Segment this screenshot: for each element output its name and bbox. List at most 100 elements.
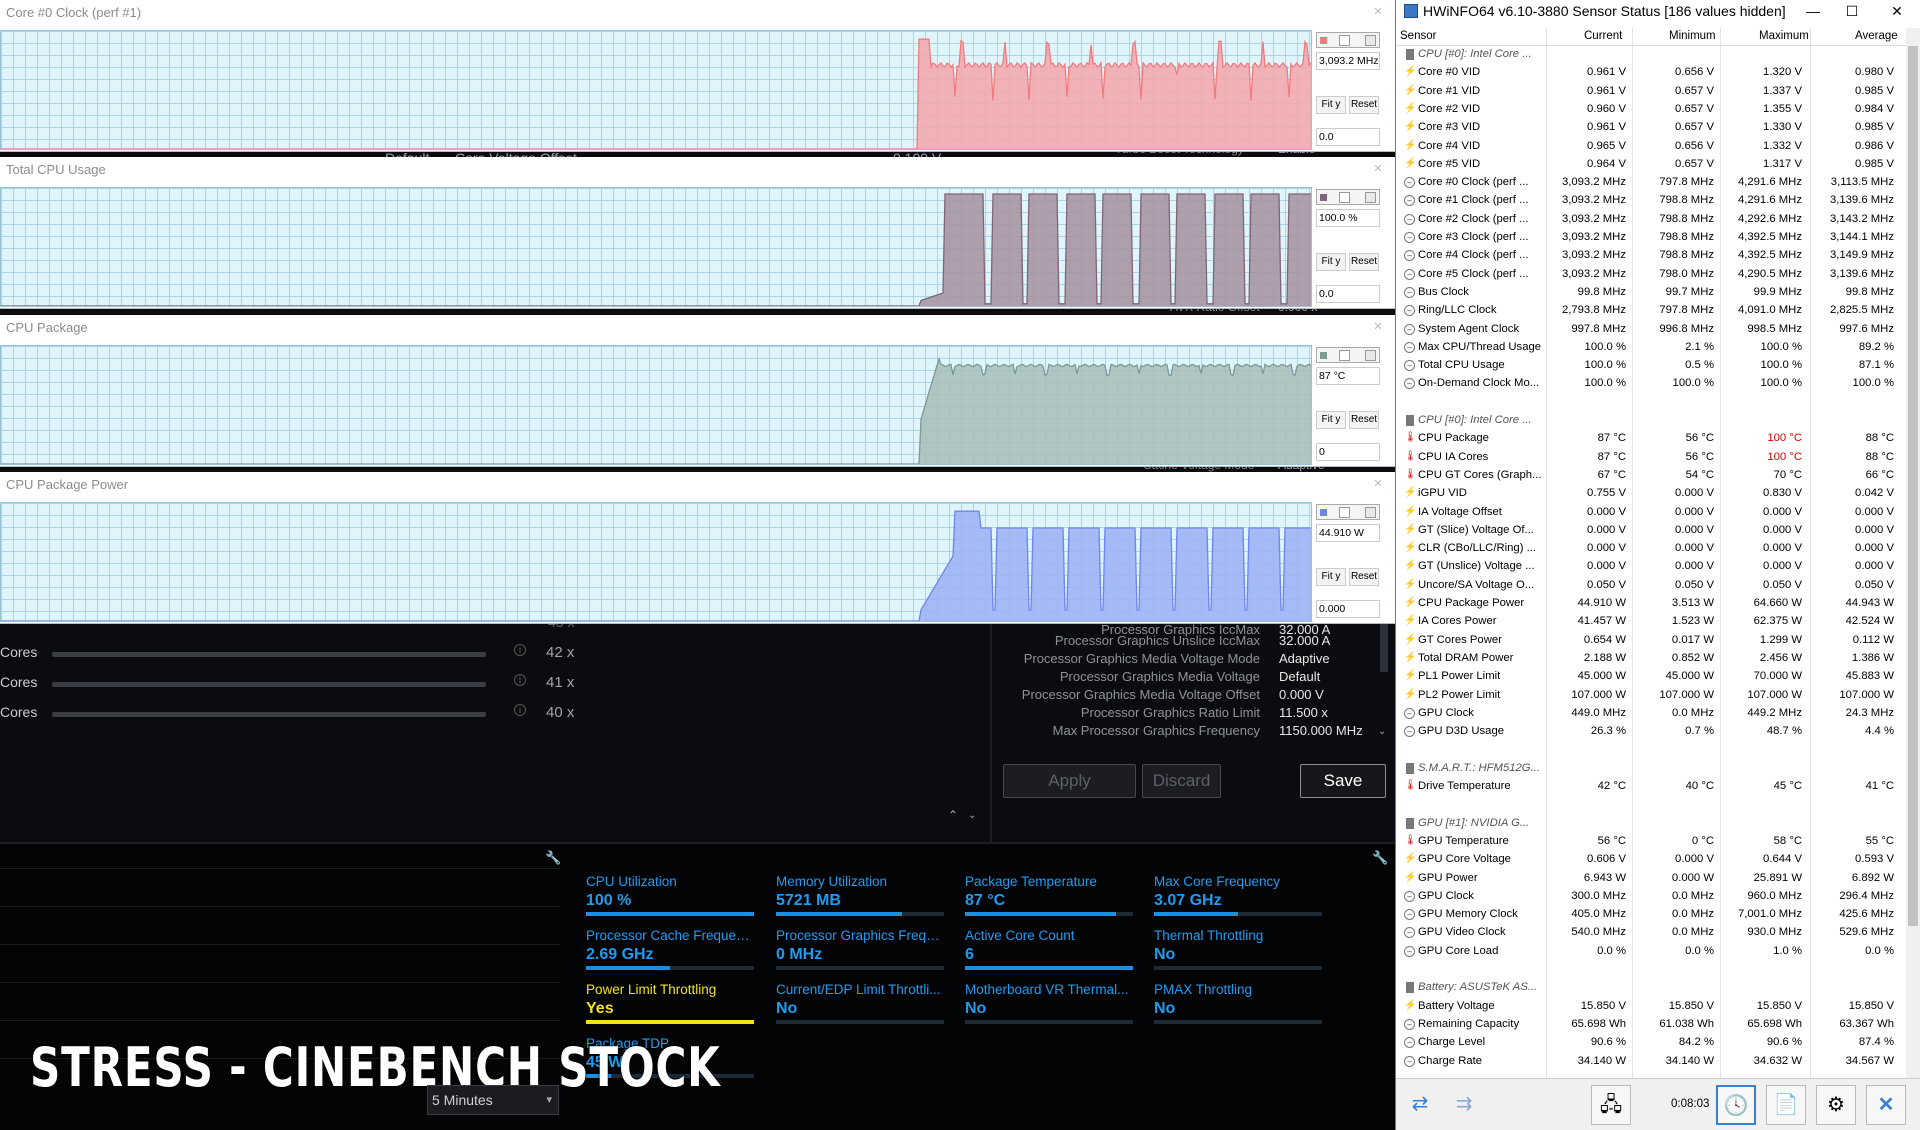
fit-y-button[interactable]: Fit y <box>1316 411 1346 429</box>
sensor-row[interactable]: ⚡ GT (Unslice) Voltage ... 0.000 V 0.000 V 0… <box>1396 558 1906 576</box>
sensor-row[interactable]: 🌡 GPU Temperature 56 °C 0 °C 58 °C 55 °C <box>1396 833 1906 851</box>
info-icon[interactable]: i <box>514 644 526 656</box>
close-icon[interactable]: ✕ <box>1370 477 1386 493</box>
graph-color-control[interactable] <box>1316 189 1380 205</box>
sensor-row[interactable]: – Core #2 Clock (perf ... 3,093.2 MHz 798.8… <box>1396 211 1906 229</box>
sensor-row[interactable]: ⚡ Core #2 VID 0.960 V 0.657 V 1.355 V 0.984 V <box>1396 101 1906 119</box>
sensor-group-row[interactable]: GPU [#1]: NVIDIA G... <box>1396 815 1906 833</box>
graph-color-control[interactable] <box>1316 32 1380 48</box>
checkbox[interactable] <box>1339 35 1350 46</box>
sensor-row[interactable]: ⚡ Battery Voltage 15.850 V 15.850 V 15.850 V… <box>1396 998 1906 1016</box>
sensor-row[interactable]: 🌡 CPU IA Cores 87 °C 56 °C 100 °C 88 °C <box>1396 449 1906 467</box>
sensor-group-row[interactable]: CPU [#0]: Intel Core ... <box>1396 412 1906 430</box>
maximize-icon[interactable]: ☐ <box>1833 0 1871 22</box>
properties-scrollbar[interactable] <box>1380 622 1388 672</box>
discard-button[interactable]: Discard <box>1142 764 1221 798</box>
sensor-row[interactable]: – Charge Rate 34.140 W 34.140 W 34.632 W 34.5… <box>1396 1053 1906 1071</box>
sensor-row[interactable]: ⚡ Core #4 VID 0.965 V 0.656 V 1.332 V 0.986 V <box>1396 138 1906 156</box>
sensor-row[interactable]: – Core #3 Clock (perf ... 3,093.2 MHz 798.8… <box>1396 229 1906 247</box>
sensor-row[interactable]: ⚡ GPU Power 6.943 W 0.000 W 25.891 W 6.892 W <box>1396 870 1906 888</box>
sensor-row[interactable]: – Core #5 Clock (perf ... 3,093.2 MHz 798.0… <box>1396 266 1906 284</box>
sensor-row[interactable]: ⚡ Uncore/SA Voltage O... 0.050 V 0.050 V 0.0… <box>1396 577 1906 595</box>
metric-tile[interactable]: Processor Graphics Freque... 0 MHz <box>776 928 944 980</box>
sensor-row[interactable]: ⚡ Core #1 VID 0.961 V 0.657 V 1.337 V 0.985 V <box>1396 83 1906 101</box>
sensor-row[interactable]: – Bus Clock 99.8 MHz 99.7 MHz 99.9 MHz 99.8 M… <box>1396 284 1906 302</box>
metric-tile[interactable]: Memory Utilization 5721 MB <box>776 874 944 926</box>
header-current[interactable]: Current <box>1584 30 1622 42</box>
nav-arrows-right-icon[interactable]: ⇉ <box>1444 1085 1484 1125</box>
sensor-row[interactable]: ⚡ Core #5 VID 0.964 V 0.657 V 1.317 V 0.985 V <box>1396 156 1906 174</box>
sensor-row[interactable]: – System Agent Clock 997.8 MHz 996.8 MHz 998… <box>1396 321 1906 339</box>
sensor-row[interactable]: – GPU Video Clock 540.0 MHz 0.0 MHz 930.0 MH… <box>1396 924 1906 942</box>
min-value-field[interactable]: 0 <box>1316 443 1380 461</box>
sensor-row[interactable]: – On-Demand Clock Mo... 100.0 % 100.0 % 100.… <box>1396 375 1906 393</box>
sensor-row[interactable]: – GPU D3D Usage 26.3 % 0.7 % 48.7 % 4.4 % <box>1396 723 1906 741</box>
close-app-icon[interactable]: ✕ <box>1866 1085 1906 1125</box>
min-value-field[interactable]: 0.000 <box>1316 600 1380 618</box>
metric-tile[interactable]: Power Limit Throttling Yes <box>586 982 754 1034</box>
scrollbar-thumb[interactable] <box>1908 46 1918 926</box>
minimize-icon[interactable]: — <box>1794 0 1832 22</box>
metric-tile[interactable]: CPU Utilization 100 % <box>586 874 754 926</box>
wrench-icon[interactable]: 🔧 <box>545 850 561 865</box>
sensor-row[interactable]: – Core #0 Clock (perf ... 3,093.2 MHz 797.8… <box>1396 174 1906 192</box>
metric-tile[interactable]: Processor Cache Frequency 2.69 GHz <box>586 928 754 980</box>
sensor-group-row[interactable]: Battery: ASUSTeK AS... <box>1396 979 1906 997</box>
close-icon[interactable]: ✕ <box>1370 162 1386 178</box>
nav-arrows-left-icon[interactable]: ⇄ <box>1400 1085 1440 1125</box>
header-sensor[interactable]: Sensor <box>1400 30 1436 42</box>
metric-tile[interactable]: PMAX Throttling No <box>1154 982 1322 1034</box>
core-ratio-slider[interactable] <box>52 712 486 717</box>
sensor-group-row[interactable]: S.M.A.R.T.: HFM512G... <box>1396 760 1906 778</box>
info-icon[interactable]: i <box>514 704 526 716</box>
sensor-row[interactable]: 🌡 CPU GT Cores (Graph... 67 °C 54 °C 70 °C 66… <box>1396 467 1906 485</box>
duration-select[interactable]: 5 Minutes ▾ <box>427 1085 559 1115</box>
close-icon[interactable]: ✕ <box>1370 5 1386 21</box>
checkbox[interactable] <box>1365 192 1376 203</box>
sensor-group-row[interactable]: CPU [#0]: Intel Core ... <box>1396 46 1906 64</box>
sensor-row[interactable]: – Ring/LLC Clock 2,793.8 MHz 797.8 MHz 4,091… <box>1396 302 1906 320</box>
apply-button[interactable]: Apply <box>1003 764 1136 798</box>
sensor-row[interactable]: ⚡ Total DRAM Power 2.188 W 0.852 W 2.456 W 1.… <box>1396 650 1906 668</box>
checkbox[interactable] <box>1339 192 1350 203</box>
checkbox[interactable] <box>1339 507 1350 518</box>
close-icon[interactable]: ✕ <box>1370 320 1386 336</box>
sensor-scrollbar[interactable] <box>1906 28 1920 1078</box>
metric-tile[interactable]: Package Temperature 87 °C <box>965 874 1133 926</box>
sensor-row[interactable]: 🌡 CPU Package 87 °C 56 °C 100 °C 88 °C <box>1396 430 1906 448</box>
sensor-row[interactable]: ⚡ iGPU VID 0.755 V 0.000 V 0.830 V 0.042 V <box>1396 485 1906 503</box>
core-ratio-slider[interactable] <box>52 682 486 687</box>
header-maximum[interactable]: Maximum <box>1759 30 1809 42</box>
sensor-row[interactable]: ⚡ GT Cores Power 0.654 W 0.017 W 1.299 W 0.11… <box>1396 632 1906 650</box>
checkbox[interactable] <box>1365 507 1376 518</box>
sensor-row[interactable]: ⚡ CLR (CBo/LLC/Ring) ... 0.000 V 0.000 V 0.0… <box>1396 540 1906 558</box>
close-icon[interactable]: ✕ <box>1878 0 1916 22</box>
sensor-row[interactable]: ⚡ PL1 Power Limit 45.000 W 45.000 W 70.000 W… <box>1396 668 1906 686</box>
reset-button[interactable]: Reset <box>1349 253 1379 271</box>
metric-tile[interactable]: Current/EDP Limit Throttli... No <box>776 982 944 1034</box>
min-value-field[interactable]: 0.0 <box>1316 128 1380 146</box>
metric-tile[interactable]: Motherboard VR Thermal... No <box>965 982 1133 1034</box>
sensor-row[interactable]: ⚡ Core #3 VID 0.961 V 0.657 V 1.330 V 0.985 V <box>1396 119 1906 137</box>
fit-y-button[interactable]: Fit y <box>1316 568 1346 586</box>
header-average[interactable]: Average <box>1855 30 1898 42</box>
wrench-icon[interactable]: 🔧 <box>1372 850 1388 865</box>
sensor-row[interactable]: – GPU Clock 449.0 MHz 0.0 MHz 449.2 MHz 24.3 … <box>1396 705 1906 723</box>
clock-icon[interactable]: 🕓 <box>1716 1085 1756 1125</box>
sensor-row[interactable]: – GPU Core Load 0.0 % 0.0 % 1.0 % 0.0 % <box>1396 943 1906 961</box>
collapse-up-icon[interactable]: ⌃ <box>948 808 958 822</box>
sensor-row[interactable]: – Max CPU/Thread Usage 100.0 % 2.1 % 100.0 %… <box>1396 339 1906 357</box>
reset-button[interactable]: Reset <box>1349 96 1379 114</box>
sensor-row[interactable]: 🌡 Drive Temperature 42 °C 40 °C 45 °C 41 °C <box>1396 778 1906 796</box>
info-icon[interactable]: i <box>514 674 526 686</box>
graph-color-control[interactable] <box>1316 504 1380 520</box>
metric-tile[interactable]: Max Core Frequency 3.07 GHz <box>1154 874 1322 926</box>
sensor-row[interactable]: ⚡ IA Cores Power 41.457 W 1.523 W 62.375 W 42… <box>1396 613 1906 631</box>
metric-tile[interactable]: Active Core Count 6 <box>965 928 1133 980</box>
reset-button[interactable]: Reset <box>1349 568 1379 586</box>
save-button[interactable]: Save <box>1300 764 1386 798</box>
header-minimum[interactable]: Minimum <box>1669 30 1716 42</box>
sensor-row[interactable]: – Total CPU Usage 100.0 % 0.5 % 100.0 % 87.1 … <box>1396 357 1906 375</box>
reset-button[interactable]: Reset <box>1349 411 1379 429</box>
checkbox[interactable] <box>1365 350 1376 361</box>
